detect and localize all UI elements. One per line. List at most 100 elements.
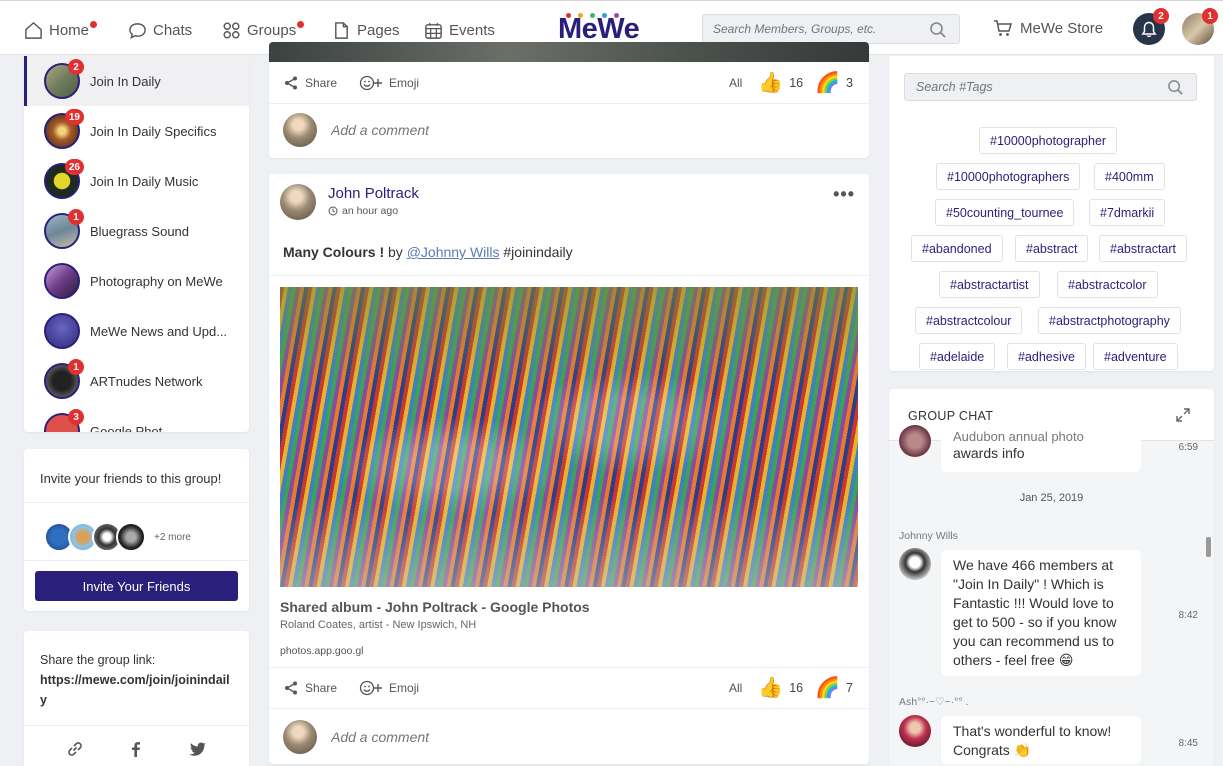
chat-message: That's wonderful to know! Congrats 👏 (941, 716, 1141, 764)
group-list: 2 Join In Daily 19 Join In Daily Specifi… (24, 56, 249, 432)
twitter-icon[interactable] (189, 740, 207, 758)
hashtag-chip[interactable]: #10000photographer (979, 127, 1118, 154)
emoji-button[interactable]: Emoji (359, 75, 419, 91)
hashtag-chip[interactable]: #abstractartist (939, 271, 1040, 298)
nav-home[interactable]: Home (24, 19, 97, 41)
my-avatar (283, 720, 317, 754)
nav-events-label: Events (449, 21, 495, 39)
post-author[interactable]: John Poltrack (328, 185, 419, 202)
chat-user-avatar[interactable] (899, 425, 931, 457)
hashtag-chip[interactable]: #50counting_tournee (935, 199, 1075, 226)
groups-icon (223, 21, 240, 39)
expand-icon[interactable] (1176, 408, 1190, 422)
all-reactions-link[interactable]: All (729, 681, 742, 695)
group-item-bluegrass-sound[interactable]: 1 Bluegrass Sound (24, 206, 249, 256)
nav-groups[interactable]: Groups (222, 19, 304, 41)
nav-pages-label: Pages (357, 21, 400, 39)
reactions-summary: All 👍 16 🌈 3 (729, 73, 859, 93)
group-badge: 1 (68, 209, 84, 225)
share-label: Share (305, 75, 338, 90)
group-name: Join In Daily Music (90, 173, 199, 189)
global-search-input[interactable] (703, 15, 923, 43)
tag-search-input[interactable] (905, 74, 1155, 100)
author-avatar[interactable] (280, 184, 316, 220)
chat-user-avatar[interactable] (899, 548, 931, 580)
tag-search (904, 73, 1197, 101)
shopping-cart-icon (994, 20, 1012, 36)
share-button[interactable]: Share (283, 75, 337, 91)
chat-message-author: Ash°°·~♡~·°° . (899, 696, 969, 708)
rainbow-icon[interactable]: 🌈 (815, 678, 840, 698)
chat-user-avatar[interactable] (899, 715, 931, 747)
chat-message-time: 8:45 (1178, 738, 1198, 749)
mewe-store-link[interactable]: MeWe Store (993, 19, 1103, 37)
rainbow-icon[interactable]: 🌈 (815, 73, 840, 93)
facebook-icon[interactable] (127, 740, 145, 758)
search-icon[interactable] (929, 21, 947, 39)
group-name: Google Phot... (90, 423, 174, 433)
post-card: Share Emoji All 👍 16 🌈 3 (269, 42, 869, 158)
post-image[interactable] (269, 42, 869, 62)
group-item-photography-on-mewe[interactable]: Photography on MeWe (24, 256, 249, 306)
nav-events[interactable]: Events (424, 19, 495, 41)
search-icon[interactable] (1167, 79, 1184, 96)
group-item-join-in-daily-specifics[interactable]: 19 Join In Daily Specifics (24, 106, 249, 156)
group-item-join-in-daily[interactable]: 2 Join In Daily (24, 56, 249, 106)
friend-avatar[interactable] (116, 522, 146, 552)
hashtag-chip[interactable]: #adhesive (1007, 343, 1086, 370)
group-chat-title: GROUP CHAT (908, 409, 994, 423)
hashtag-link[interactable]: #joinindaily (500, 244, 572, 260)
hashtag-chip[interactable]: #adventure (1093, 343, 1178, 370)
hashtag-chip[interactable]: #7dmarkii (1089, 199, 1166, 226)
all-reactions-link[interactable]: All (729, 76, 742, 90)
comment-input[interactable] (331, 122, 731, 138)
clock-icon (328, 206, 338, 216)
group-item-mewe-news[interactable]: MeWe News and Upd... (24, 306, 249, 356)
my-avatar (283, 113, 317, 147)
thumbs-up-count: 16 (789, 75, 804, 90)
more-options-icon[interactable]: ••• (833, 184, 855, 205)
hashtag-chip[interactable]: #abstractphotography (1038, 307, 1181, 334)
hashtags-card: #10000photographer #10000photographers #… (889, 56, 1214, 371)
thumbs-up-icon[interactable]: 👍 (758, 73, 783, 93)
share-icon (285, 76, 297, 89)
page-icon (335, 21, 348, 39)
link-icon[interactable] (66, 740, 84, 758)
group-item-google-photos[interactable]: 3 Google Phot... (24, 406, 249, 432)
link-preview-title[interactable]: Shared album - John Poltrack - Google Ph… (280, 599, 590, 615)
hashtag-chip[interactable]: #abandoned (911, 235, 1003, 262)
hashtag-chip[interactable]: #abstractcolor (1057, 271, 1158, 298)
nav-chats[interactable]: Chats (128, 19, 192, 41)
home-icon (25, 21, 42, 39)
post-photo[interactable] (280, 287, 858, 587)
emoji-label: Emoji (389, 75, 420, 90)
invite-more-count[interactable]: +2 more (154, 532, 191, 543)
calendar-icon (425, 22, 442, 39)
group-item-join-in-daily-music[interactable]: 26 Join In Daily Music (24, 156, 249, 206)
comment-input[interactable] (331, 729, 731, 745)
rainbow-count: 7 (846, 681, 853, 695)
nav-pages[interactable]: Pages (332, 19, 400, 41)
group-badge: 3 (68, 409, 84, 425)
group-avatar: 1 (44, 209, 84, 249)
group-item-artnudes-network[interactable]: 1 ARTnudes Network (24, 356, 249, 406)
hashtag-chip[interactable]: #abstractart (1099, 235, 1188, 262)
post-text-title: Many Colours ! (283, 244, 385, 260)
share-button[interactable]: Share (283, 680, 337, 696)
post-time-label: an hour ago (342, 205, 399, 217)
chat-scrollbar[interactable] (1206, 537, 1211, 557)
hashtag-chip[interactable]: #abstract (1015, 235, 1089, 262)
hashtag-chip[interactable]: #adelaide (919, 343, 996, 370)
hashtag-chip[interactable]: #10000photographers (936, 163, 1081, 190)
nav-groups-label: Groups (247, 21, 297, 39)
thumbs-up-icon[interactable]: 👍 (758, 678, 783, 698)
group-link-url[interactable]: https://mewe.com/join/joinindaily (40, 670, 233, 710)
chat-message-text: That's wonderful to know! Congrats (953, 723, 1112, 758)
comment-row (269, 104, 869, 156)
post-actions: Share Emoji All 👍 16 🌈 7 (269, 667, 869, 709)
mention-link[interactable]: @Johnny Wills (407, 244, 500, 260)
emoji-button[interactable]: Emoji (359, 680, 419, 696)
invite-friends-button[interactable]: Invite Your Friends (35, 571, 238, 601)
hashtag-chip[interactable]: #abstractcolour (915, 307, 1023, 334)
hashtag-chip[interactable]: #400mm (1094, 163, 1165, 190)
